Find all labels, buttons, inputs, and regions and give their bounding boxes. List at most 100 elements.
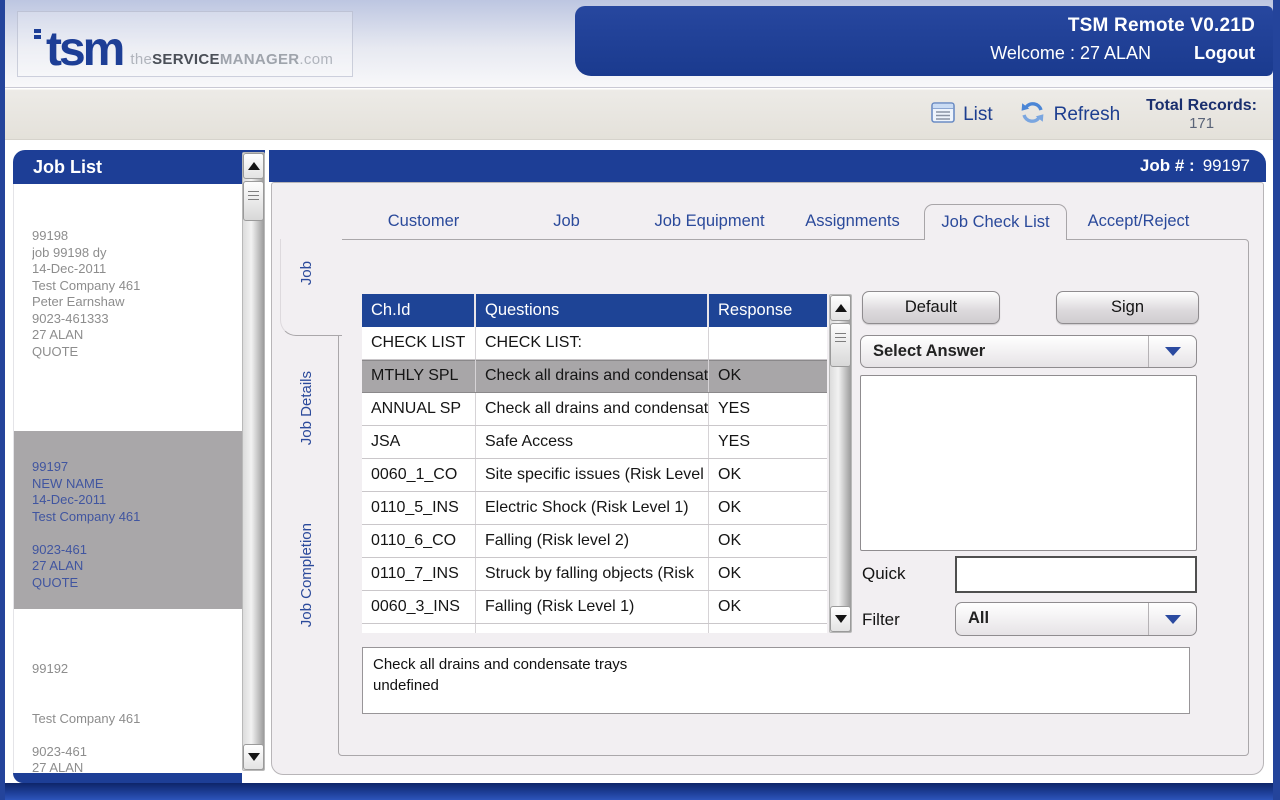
checklist-table: Ch.Id Questions Response CHECK LISTCHECK… (362, 294, 827, 633)
filter-dropdown[interactable]: All (955, 602, 1197, 636)
tab-accept-reject[interactable]: Accept/Reject (1067, 204, 1210, 240)
checklist-panel: Ch.Id Questions Response CHECK LISTCHECK… (338, 239, 1249, 756)
job-list-sidebar: Job List 99198job 99198 dy14-Dec-2011Tes… (13, 150, 265, 783)
job-list-item-line: 27 ALAN (32, 760, 242, 773)
table-cell: OK (709, 459, 827, 491)
job-list-scrollbar[interactable] (242, 152, 265, 771)
table-cell: YES (709, 426, 827, 458)
scroll-down-icon[interactable] (830, 606, 851, 632)
job-list-item-line (32, 727, 242, 744)
table-row[interactable]: ANNUAL SPCheck all drains and condensate… (362, 393, 827, 426)
job-panel: Job # :99197 CustomerJobJob EquipmentAss… (269, 150, 1266, 775)
question-detail-box: Check all drains and condensate trays un… (362, 647, 1190, 714)
job-list-item-line: 9023-461 (32, 744, 242, 761)
app-title-box: TSM Remote V0.21D Welcome : 27 ALAN Logo… (575, 6, 1273, 76)
banner: tsm theSERVICEMANAGER.com TSM Remote V0.… (5, 0, 1273, 88)
app-window: tsm theSERVICEMANAGER.com TSM Remote V0.… (0, 0, 1280, 800)
job-list-item-line: Test Company 461 (32, 509, 242, 526)
table-cell: 0110_6_CO (362, 525, 476, 557)
table-scrollbar[interactable] (829, 294, 852, 633)
table-cell: OK (709, 360, 827, 392)
table-cell: Site specific issues (Risk Level (476, 459, 709, 491)
job-list-item-line: 27 ALAN (32, 327, 242, 344)
col-header-questions: Questions (476, 294, 709, 327)
table-row[interactable]: 0110_7_INSStruck by falling objects (Ris… (362, 558, 827, 591)
table-cell: MTHLY SPL (362, 360, 476, 392)
job-list-item[interactable]: 99198job 99198 dy14-Dec-2011Test Company… (14, 228, 242, 396)
filter-value: All (956, 603, 1148, 635)
job-list-item-line (32, 694, 242, 711)
scroll-up-icon[interactable] (830, 295, 851, 321)
table-row-partial (362, 624, 827, 633)
tab-bar: CustomerJobJob EquipmentAssignmentsJob C… (352, 204, 1210, 240)
list-icon (931, 102, 955, 128)
job-list-item-line: Peter Earnshaw (32, 294, 242, 311)
table-body: CHECK LISTCHECK LIST:MTHLY SPLCheck all … (362, 327, 827, 633)
table-row[interactable]: 0060_1_COSite specific issues (Risk Leve… (362, 459, 827, 492)
job-list-item-line: 14-Dec-2011 (32, 492, 242, 509)
table-cell: YES (709, 393, 827, 425)
job-list-footer-edge (13, 773, 242, 783)
side-tab-job[interactable]: Job (298, 261, 315, 285)
table-row[interactable]: MTHLY SPLCheck all drains and condensate… (362, 360, 827, 393)
job-list-item-line: 14-Dec-2011 (32, 261, 242, 278)
chevron-down-icon[interactable] (1148, 603, 1196, 635)
table-cell: ANNUAL SP (362, 393, 476, 425)
job-list-item-line: Test Company 461 (32, 278, 242, 295)
answer-listbox[interactable] (860, 375, 1197, 551)
table-cell: Check all drains and condensate trays (476, 360, 709, 392)
side-tab-job-shape (280, 239, 342, 336)
col-header-chid: Ch.Id (362, 294, 476, 327)
table-cell: 0060_1_CO (362, 459, 476, 491)
job-list-item-line: 99192 (32, 661, 242, 678)
table-row[interactable]: 0060_3_INSFalling (Risk Level 1)OK (362, 591, 827, 624)
tab-job-equipment[interactable]: Job Equipment (638, 204, 781, 240)
scrollbar-thumb[interactable] (830, 323, 851, 367)
table-row[interactable]: 0110_5_INSElectric Shock (Risk Level 1)O… (362, 492, 827, 525)
job-list-item-line: 99198 (32, 228, 242, 245)
table-cell: OK (709, 492, 827, 524)
job-list-item-line: QUOTE (32, 344, 242, 361)
table-row[interactable]: 0110_6_COFalling (Risk level 2)OK (362, 525, 827, 558)
job-list-item[interactable]: 99197NEW NAME14-Dec-2011Test Company 461… (14, 431, 242, 609)
quick-label: Quick (862, 564, 905, 584)
tab-job-check-list[interactable]: Job Check List (924, 204, 1067, 240)
logout-link[interactable]: Logout (1194, 43, 1255, 63)
sign-button[interactable]: Sign (1056, 291, 1199, 324)
side-tab-job-details[interactable]: Job Details (298, 371, 315, 445)
total-records-label: Total Records: (1146, 97, 1257, 115)
select-answer-dropdown[interactable]: Select Answer (860, 335, 1197, 368)
table-header: Ch.Id Questions Response (362, 294, 827, 327)
chevron-down-icon[interactable] (1148, 336, 1196, 367)
toolbar: List Refresh Total Records: 171 (5, 89, 1273, 140)
table-cell: CHECK LIST: (476, 327, 709, 359)
logo-site-text: theSERVICEMANAGER.com (130, 51, 333, 68)
tab-customer[interactable]: Customer (352, 204, 495, 240)
table-cell: 0110_5_INS (362, 492, 476, 524)
table-cell: 0060_3_INS (362, 591, 476, 623)
tab-assignments[interactable]: Assignments (781, 204, 924, 240)
total-records: Total Records: 171 (1146, 97, 1263, 133)
default-button[interactable]: Default (862, 291, 1000, 324)
scroll-up-icon[interactable] (243, 153, 264, 179)
job-list-item-line: 9023-461333 (32, 311, 242, 328)
table-cell: 0110_7_INS (362, 558, 476, 590)
job-list-item-line: 99197 (32, 459, 242, 476)
table-cell: Check all drains and condensate trays (476, 393, 709, 425)
job-list-item-line: Test Company 461 (32, 711, 242, 728)
refresh-button[interactable]: Refresh (1019, 100, 1121, 130)
job-list-item-line: QUOTE (32, 575, 242, 592)
scrollbar-thumb[interactable] (243, 181, 264, 221)
job-list-item[interactable]: 99192 Test Company 461 9023-46127 ALANRD… (14, 661, 242, 773)
detail-line: undefined (373, 675, 1179, 696)
detail-line: Check all drains and condensate trays (373, 654, 1179, 675)
table-row[interactable]: CHECK LISTCHECK LIST: (362, 327, 827, 360)
quick-input[interactable] (955, 556, 1197, 593)
table-row[interactable]: JSASafe AccessYES (362, 426, 827, 459)
job-list-item-line: 27 ALAN (32, 558, 242, 575)
scroll-down-icon[interactable] (243, 744, 264, 770)
job-list-item-line: NEW NAME (32, 476, 242, 493)
tab-job[interactable]: Job (495, 204, 638, 240)
list-button[interactable]: List (931, 102, 993, 128)
side-tab-job-completion[interactable]: Job Completion (298, 523, 315, 627)
